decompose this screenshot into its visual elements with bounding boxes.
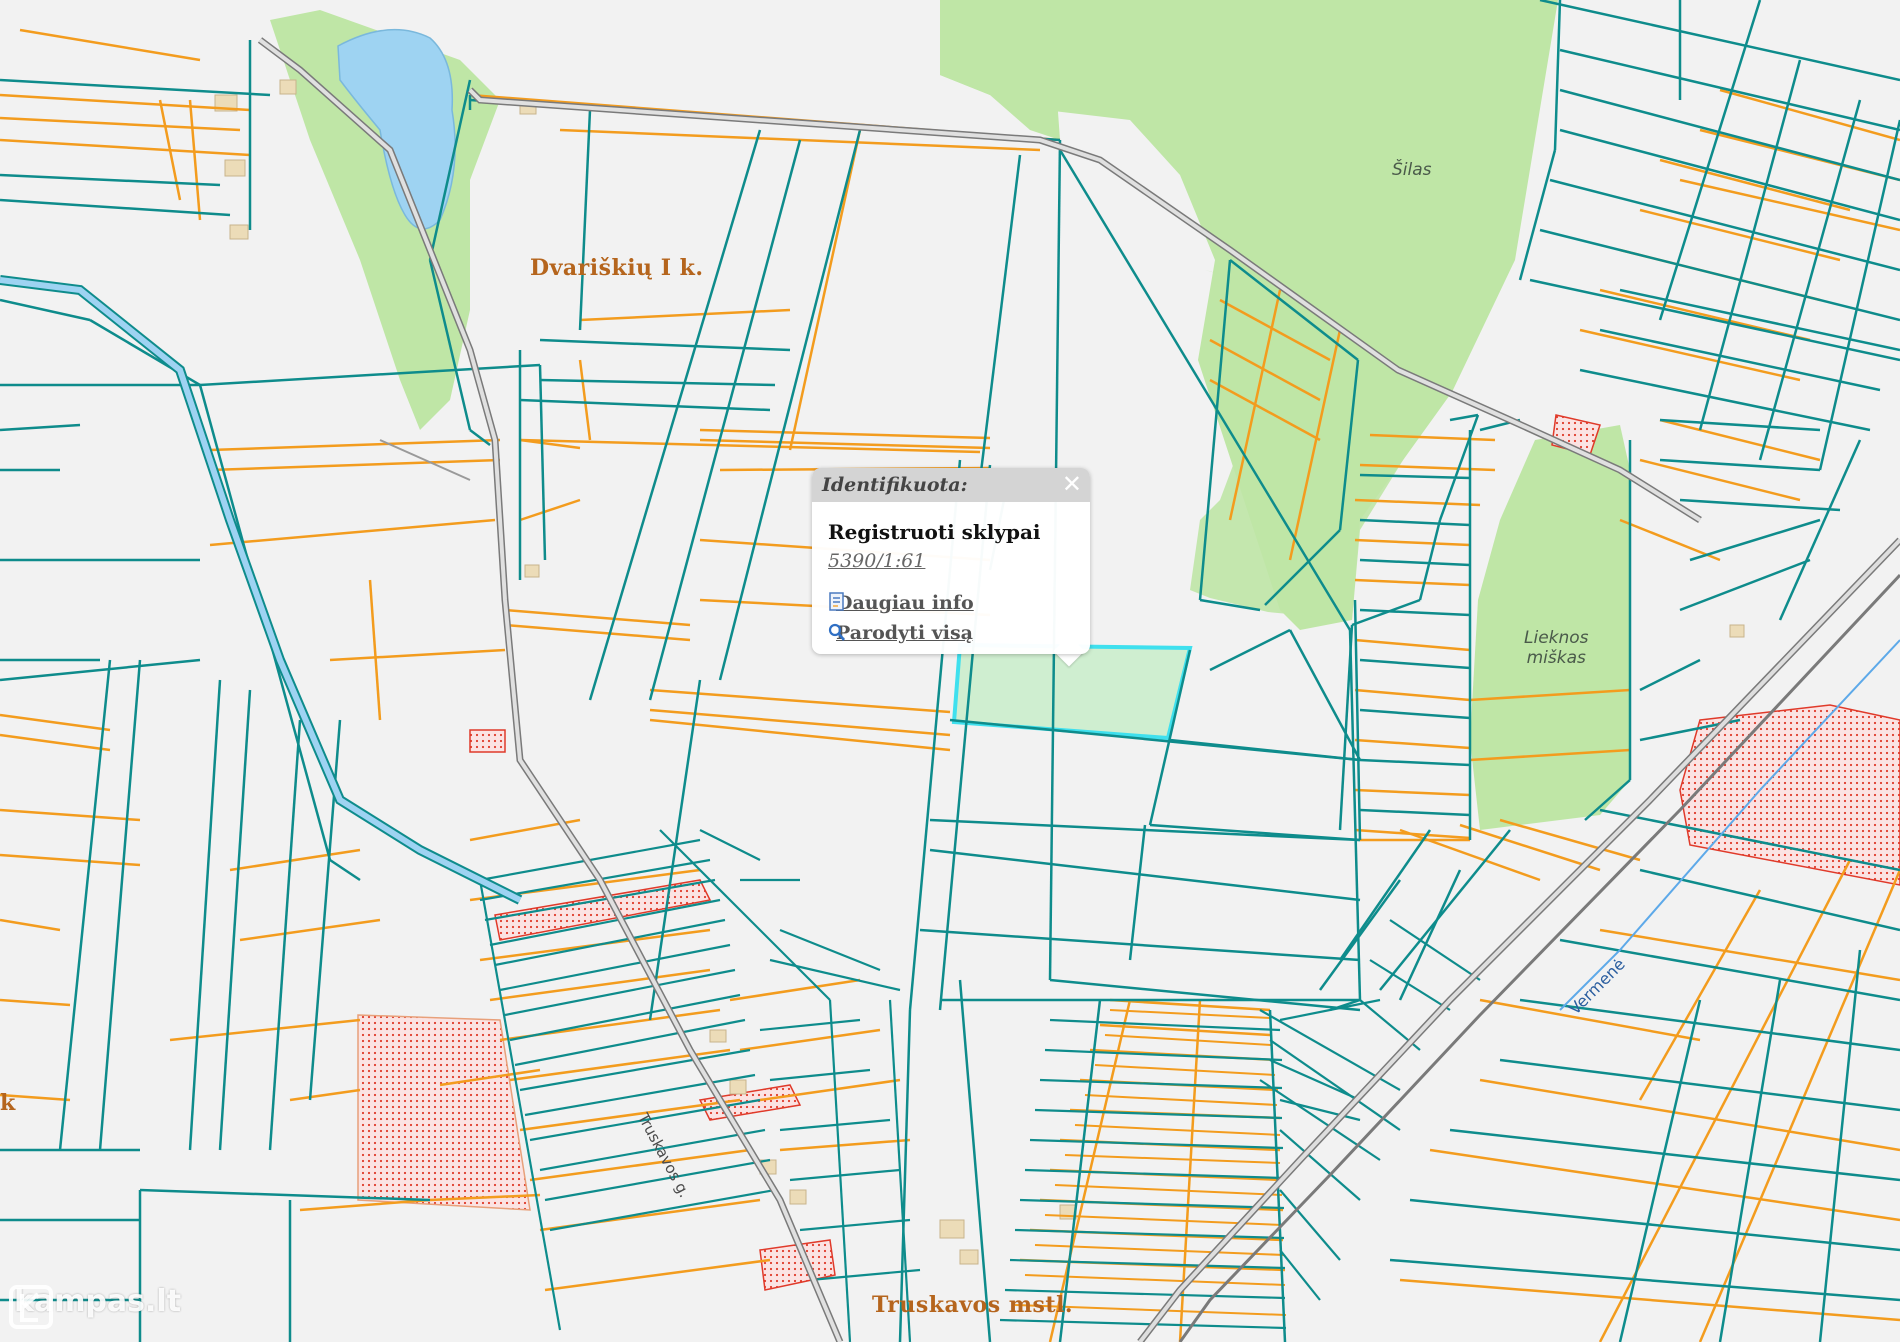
show-all-label: Parodyti visą <box>836 622 973 644</box>
magnifier-icon <box>828 623 845 641</box>
hatched-parcel <box>357 1014 531 1211</box>
popup-header-title: Identifikuota: <box>822 474 968 496</box>
parcel-number-link[interactable]: 5390/1:61 <box>828 550 925 572</box>
village-label: Dvariškių I k. <box>530 255 704 281</box>
forest-north <box>940 0 1060 140</box>
map-canvas[interactable]: Dvariškių I k. Truskavos mstl. k Šilas L… <box>0 0 1900 1342</box>
hatched-parcel <box>469 729 506 753</box>
edge-label: k <box>0 1090 16 1116</box>
cadastral-map <box>0 0 1900 1342</box>
forest-label-lieknos: Lieknos miškas <box>1524 628 1589 668</box>
more-info-label: Daugiau info <box>836 592 974 614</box>
watermark: kampas.lt <box>8 1284 181 1329</box>
popup-header: Identifikuota: ✕ <box>812 468 1090 502</box>
show-all-button[interactable]: Parodyti visą <box>828 622 973 644</box>
kampas-logo-icon <box>9 1285 53 1329</box>
close-icon[interactable]: ✕ <box>1062 471 1082 497</box>
town-label: Truskavos mstl. <box>872 1292 1074 1318</box>
popup-layer-title: Registruoti sklypai <box>828 520 1041 544</box>
identify-popup: Identifikuota: ✕ Registruoti sklypai 539… <box>812 468 1090 654</box>
info-document-icon <box>829 592 844 611</box>
forest-label-silas: Šilas <box>1392 160 1432 180</box>
more-info-button[interactable]: Daugiau info <box>828 592 974 614</box>
